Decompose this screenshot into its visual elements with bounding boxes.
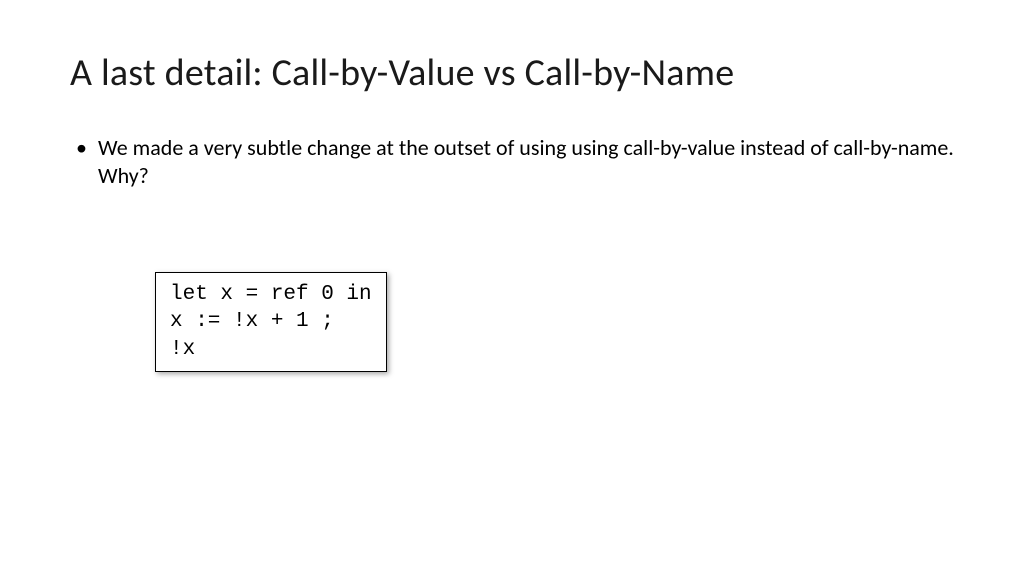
- slide-title: A last detail: Call-by-Value vs Call-by-…: [70, 50, 954, 96]
- code-example-box: let x = ref 0 in x := !x + 1 ; !x: [155, 272, 387, 372]
- bullet-item: We made a very subtle change at the outs…: [76, 134, 954, 189]
- bullet-list: We made a very subtle change at the outs…: [70, 134, 954, 189]
